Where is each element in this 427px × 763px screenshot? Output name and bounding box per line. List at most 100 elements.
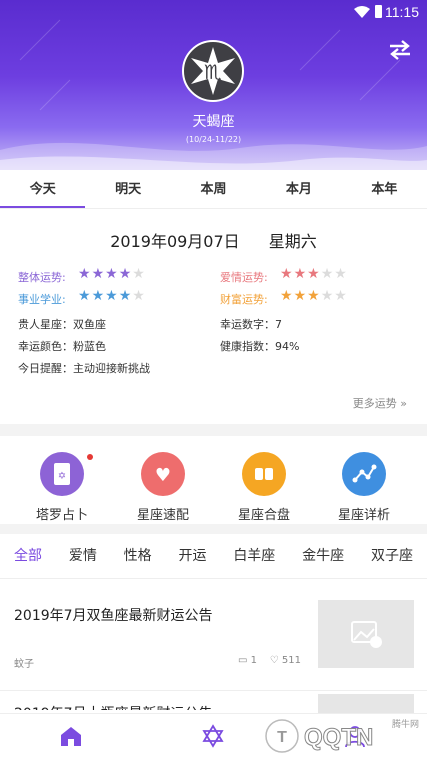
category-personality[interactable]: 性格 <box>124 545 152 575</box>
svg-text:QQTN: QQTN <box>304 724 373 751</box>
news-thumbnail-partial[interactable] <box>318 694 414 714</box>
sign-dates: (10/24-11/22) <box>185 135 242 144</box>
divider <box>0 690 427 691</box>
watermark: T QQTN 腾牛网 <box>260 712 427 759</box>
chart-nodes-icon <box>342 452 386 496</box>
star-icon: ★ <box>118 288 133 304</box>
category-love[interactable]: 爱情 <box>69 545 97 575</box>
category-tabs: 全部 爱情 性格 开运 白羊座 金牛座 双子座 <box>0 545 427 575</box>
sign-name: 天蝎座 <box>192 114 235 130</box>
rating-label-wealth: 财富运势: <box>220 293 268 306</box>
tab-today[interactable]: 今天 <box>0 170 86 208</box>
battery-icon <box>375 5 382 18</box>
star-icon: ★ <box>132 288 146 304</box>
rating-stars-overall: ★★★★★ <box>78 266 146 282</box>
cups-icon <box>242 452 286 496</box>
header: 11:15 ♏ 天蝎座 (10/24-11/22) <box>0 0 427 170</box>
like-count: 511 <box>281 655 301 666</box>
section-divider <box>0 524 427 534</box>
rating-stars-career: ★★★★★ <box>78 288 146 304</box>
lucky-sign: 贵人星座：双鱼座 <box>18 318 106 331</box>
rating-label-overall: 整体运势: <box>18 271 66 284</box>
svg-text:T: T <box>277 729 287 746</box>
hearts-icon: ♥ <box>141 452 185 496</box>
lucky-number: 幸运数字：7 <box>220 318 282 331</box>
star-icon: ★ <box>307 288 321 304</box>
period-tabs: 今天 明天 本周 本月 本年 <box>0 170 427 209</box>
weekday-text: 星期六 <box>268 232 317 251</box>
news-meta: ▭ 1 ♡ 511 <box>238 655 301 666</box>
tab-year[interactable]: 本年 <box>342 170 427 208</box>
star-icon: ★ <box>105 266 119 282</box>
tab-month[interactable]: 本月 <box>256 170 341 208</box>
scorpio-star-icon: ♏ <box>191 47 235 95</box>
tarot-card-icon: ✡ <box>40 452 84 496</box>
feature-label: 星座详析 <box>337 508 390 523</box>
category-aries[interactable]: 白羊座 <box>233 545 275 575</box>
star-of-david-icon[interactable] <box>200 723 226 749</box>
fortune-date: 2019年09月07日 星期六 <box>0 228 427 252</box>
status-bar: 11:15 <box>0 0 427 24</box>
double-chevron-down-icon: » <box>400 397 407 410</box>
news-title[interactable]: 2019年7月双鱼座最新财运公告 <box>14 605 213 625</box>
star-icon: ★ <box>334 266 348 282</box>
home-icon[interactable] <box>58 723 84 749</box>
lucky-color: 幸运颜色：粉蓝色 <box>18 340 106 353</box>
star-icon: ★ <box>105 288 119 304</box>
star-icon: ★ <box>334 288 348 304</box>
news-thumbnail[interactable] <box>318 600 414 668</box>
health-index: 健康指数：94% <box>220 340 300 353</box>
rating-label-love: 爱情运势: <box>220 271 268 284</box>
heart-outline-icon: ♡ <box>269 655 279 666</box>
image-placeholder-icon <box>351 621 382 648</box>
tab-tomorrow[interactable]: 明天 <box>85 170 170 208</box>
daily-tip: 今日提醒：主动迎接新挑战 <box>18 362 150 375</box>
notification-badge <box>87 454 93 460</box>
date-text: 2019年09月07日 <box>110 232 240 251</box>
star-icon: ★ <box>91 288 106 304</box>
svg-text:✡: ✡ <box>58 471 66 482</box>
wifi-icon <box>354 6 370 18</box>
watermark-logo: T QQTN 腾牛网 <box>265 718 419 753</box>
star-icon: ★ <box>118 266 133 282</box>
svg-text:腾牛网: 腾牛网 <box>392 718 419 730</box>
comment-icon: ▭ <box>238 655 248 666</box>
star-icon: ★ <box>78 288 92 304</box>
feature-tarot[interactable]: ✡ 塔罗占卜 <box>17 452 107 523</box>
feature-label: 星座合盘 <box>237 508 290 523</box>
comment-count: 1 <box>250 655 258 666</box>
news-author: 蚊子 <box>14 659 34 670</box>
star-icon: ★ <box>320 266 335 282</box>
feature-compatibility[interactable]: 星座合盘 <box>219 452 309 523</box>
feature-match[interactable]: ♥ 星座速配 <box>118 452 208 523</box>
star-icon: ★ <box>293 266 308 282</box>
rating-label-career: 事业学业: <box>18 293 66 306</box>
star-icon: ★ <box>78 266 92 282</box>
section-divider <box>0 424 427 436</box>
rating-stars-wealth: ★★★★★ <box>280 288 348 304</box>
star-icon: ★ <box>280 288 294 304</box>
zodiac-avatar[interactable]: ♏ <box>182 40 244 102</box>
svg-text:♥: ♥ <box>155 465 171 486</box>
category-luck[interactable]: 开运 <box>178 545 206 575</box>
news-title-partial[interactable]: 2019年7月土瓶座最新财运公告 <box>14 700 213 710</box>
star-icon: ★ <box>91 266 106 282</box>
feature-label: 塔罗占卜 <box>35 508 88 523</box>
more-fortune-link[interactable]: 更多运势 » <box>353 395 407 411</box>
star-icon: ★ <box>307 266 321 282</box>
sign-glyph: ♏ <box>204 60 222 84</box>
category-all[interactable]: 全部 <box>14 545 42 575</box>
feature-label: 星座速配 <box>136 508 189 523</box>
feature-analysis[interactable]: 星座详析 <box>319 452 409 523</box>
star-icon: ★ <box>320 288 335 304</box>
tab-week[interactable]: 本周 <box>171 170 256 208</box>
switch-arrows-icon[interactable] <box>387 38 413 62</box>
rating-stars-love: ★★★★★ <box>280 266 348 282</box>
divider <box>0 578 427 579</box>
category-gemini[interactable]: 双子座 <box>371 545 413 575</box>
status-time: 11:15 <box>385 4 419 20</box>
star-icon: ★ <box>132 266 146 282</box>
more-fortune-label: 更多运势 <box>352 397 397 410</box>
category-taurus[interactable]: 金牛座 <box>302 545 344 575</box>
star-icon: ★ <box>293 288 308 304</box>
